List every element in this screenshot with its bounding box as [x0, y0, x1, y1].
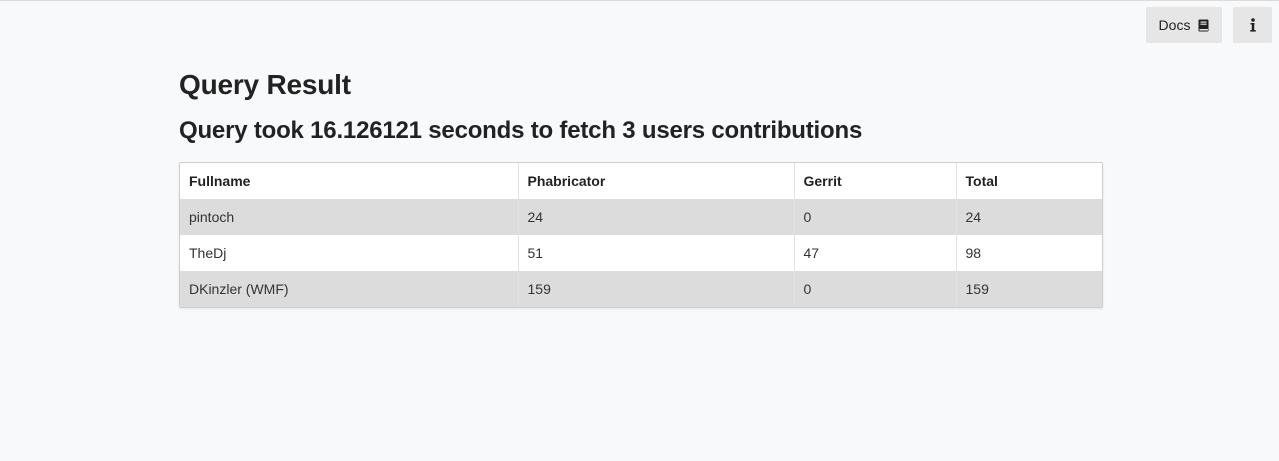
table-header-row: Fullname Phabricator Gerrit Total: [180, 163, 1102, 199]
cell-gerrit: 0: [794, 199, 957, 235]
page-title: Query Result: [179, 69, 351, 100]
info-icon: [1249, 18, 1256, 32]
docs-label: Docs: [1158, 17, 1191, 33]
column-header-gerrit: Gerrit: [794, 163, 957, 199]
cell-total: 159: [956, 271, 1102, 307]
cell-gerrit: 47: [794, 235, 957, 271]
book-icon: [1198, 19, 1209, 32]
docs-button[interactable]: Docs: [1146, 7, 1222, 43]
cell-fullname: TheDj: [180, 235, 519, 271]
table-row: pintoch 24 0 24: [180, 199, 1102, 235]
table-row: TheDj 51 47 98: [180, 235, 1102, 271]
top-border: [0, 0, 1279, 1]
column-header-fullname: Fullname: [180, 163, 519, 199]
cell-gerrit: 0: [794, 271, 957, 307]
cell-total: 98: [956, 235, 1102, 271]
table-row: DKinzler (WMF) 159 0 159: [180, 271, 1102, 307]
info-button[interactable]: [1233, 7, 1272, 43]
results-table: Fullname Phabricator Gerrit Total pintoc…: [179, 162, 1103, 308]
column-header-phabricator: Phabricator: [518, 163, 795, 199]
cell-phabricator: 51: [518, 235, 795, 271]
cell-phabricator: 24: [518, 199, 795, 235]
column-header-total: Total: [956, 163, 1102, 199]
query-summary: Query took 16.126121 seconds to fetch 3 …: [179, 117, 863, 144]
cell-total: 24: [956, 199, 1102, 235]
cell-phabricator: 159: [518, 271, 795, 307]
cell-fullname: pintoch: [180, 199, 519, 235]
cell-fullname: DKinzler (WMF): [180, 271, 519, 307]
